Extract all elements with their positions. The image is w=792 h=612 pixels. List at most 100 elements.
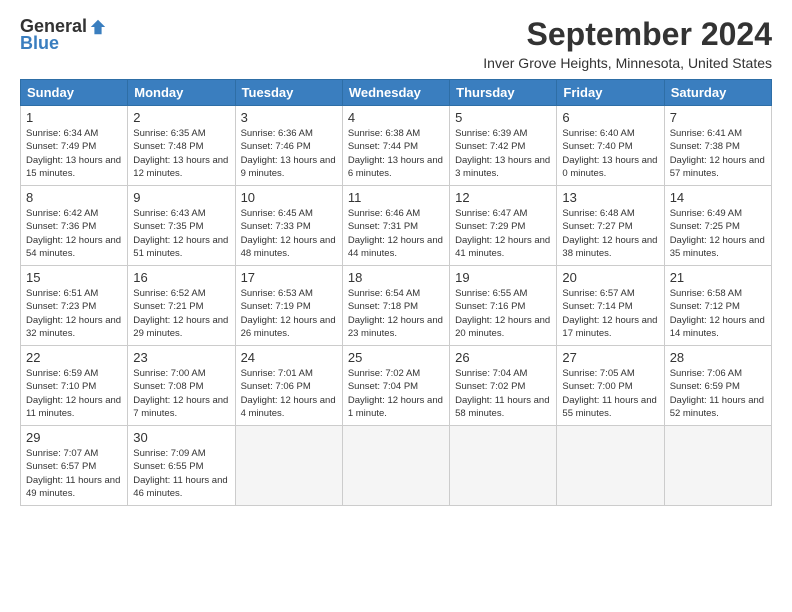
- day-number: 5: [455, 110, 551, 125]
- day-cell-17: 17 Sunrise: 6:53 AMSunset: 7:19 PMDaylig…: [235, 266, 342, 346]
- day-info: Sunrise: 7:06 AMSunset: 6:59 PMDaylight:…: [670, 368, 764, 419]
- day-cell-19: 19 Sunrise: 6:55 AMSunset: 7:16 PMDaylig…: [450, 266, 557, 346]
- day-cell-18: 18 Sunrise: 6:54 AMSunset: 7:18 PMDaylig…: [342, 266, 449, 346]
- day-info: Sunrise: 6:58 AMSunset: 7:12 PMDaylight:…: [670, 288, 765, 339]
- day-info: Sunrise: 7:09 AMSunset: 6:55 PMDaylight:…: [133, 448, 227, 499]
- day-cell-6: 6 Sunrise: 6:40 AMSunset: 7:40 PMDayligh…: [557, 106, 664, 186]
- day-cell-9: 9 Sunrise: 6:43 AMSunset: 7:35 PMDayligh…: [128, 186, 235, 266]
- day-info: Sunrise: 7:01 AMSunset: 7:06 PMDaylight:…: [241, 368, 336, 419]
- day-cell-14: 14 Sunrise: 6:49 AMSunset: 7:25 PMDaylig…: [664, 186, 771, 266]
- day-cell-11: 11 Sunrise: 6:46 AMSunset: 7:31 PMDaylig…: [342, 186, 449, 266]
- day-info: Sunrise: 6:51 AMSunset: 7:23 PMDaylight:…: [26, 288, 121, 339]
- day-info: Sunrise: 6:35 AMSunset: 7:48 PMDaylight:…: [133, 128, 228, 179]
- day-cell-28: 28 Sunrise: 7:06 AMSunset: 6:59 PMDaylig…: [664, 346, 771, 426]
- header: General Blue September 2024 Inver Grove …: [20, 16, 772, 71]
- logo: General Blue: [20, 16, 107, 54]
- week-row-2: 8 Sunrise: 6:42 AMSunset: 7:36 PMDayligh…: [21, 186, 772, 266]
- day-info: Sunrise: 6:42 AMSunset: 7:36 PMDaylight:…: [26, 208, 121, 259]
- day-number: 1: [26, 110, 122, 125]
- day-cell-5: 5 Sunrise: 6:39 AMSunset: 7:42 PMDayligh…: [450, 106, 557, 186]
- logo-blue: Blue: [20, 33, 59, 54]
- weekday-header-saturday: Saturday: [664, 80, 771, 106]
- day-cell-29: 29 Sunrise: 7:07 AMSunset: 6:57 PMDaylig…: [21, 426, 128, 506]
- day-info: Sunrise: 7:04 AMSunset: 7:02 PMDaylight:…: [455, 368, 549, 419]
- day-number: 24: [241, 350, 337, 365]
- day-number: 11: [348, 190, 444, 205]
- day-number: 7: [670, 110, 766, 125]
- day-number: 4: [348, 110, 444, 125]
- day-number: 27: [562, 350, 658, 365]
- day-number: 2: [133, 110, 229, 125]
- day-info: Sunrise: 6:45 AMSunset: 7:33 PMDaylight:…: [241, 208, 336, 259]
- empty-cell: [235, 426, 342, 506]
- day-info: Sunrise: 6:57 AMSunset: 7:14 PMDaylight:…: [562, 288, 657, 339]
- day-number: 3: [241, 110, 337, 125]
- day-info: Sunrise: 6:39 AMSunset: 7:42 PMDaylight:…: [455, 128, 550, 179]
- day-cell-27: 27 Sunrise: 7:05 AMSunset: 7:00 PMDaylig…: [557, 346, 664, 426]
- day-cell-25: 25 Sunrise: 7:02 AMSunset: 7:04 PMDaylig…: [342, 346, 449, 426]
- day-cell-20: 20 Sunrise: 6:57 AMSunset: 7:14 PMDaylig…: [557, 266, 664, 346]
- day-info: Sunrise: 6:47 AMSunset: 7:29 PMDaylight:…: [455, 208, 550, 259]
- empty-cell: [450, 426, 557, 506]
- day-number: 8: [26, 190, 122, 205]
- day-cell-4: 4 Sunrise: 6:38 AMSunset: 7:44 PMDayligh…: [342, 106, 449, 186]
- day-cell-16: 16 Sunrise: 6:52 AMSunset: 7:21 PMDaylig…: [128, 266, 235, 346]
- day-number: 19: [455, 270, 551, 285]
- day-cell-26: 26 Sunrise: 7:04 AMSunset: 7:02 PMDaylig…: [450, 346, 557, 426]
- calendar: SundayMondayTuesdayWednesdayThursdayFrid…: [20, 79, 772, 506]
- weekday-header-friday: Friday: [557, 80, 664, 106]
- day-number: 16: [133, 270, 229, 285]
- day-number: 15: [26, 270, 122, 285]
- day-cell-8: 8 Sunrise: 6:42 AMSunset: 7:36 PMDayligh…: [21, 186, 128, 266]
- day-info: Sunrise: 6:54 AMSunset: 7:18 PMDaylight:…: [348, 288, 443, 339]
- day-number: 10: [241, 190, 337, 205]
- day-info: Sunrise: 6:53 AMSunset: 7:19 PMDaylight:…: [241, 288, 336, 339]
- weekday-header-row: SundayMondayTuesdayWednesdayThursdayFrid…: [21, 80, 772, 106]
- day-number: 25: [348, 350, 444, 365]
- week-row-4: 22 Sunrise: 6:59 AMSunset: 7:10 PMDaylig…: [21, 346, 772, 426]
- day-cell-21: 21 Sunrise: 6:58 AMSunset: 7:12 PMDaylig…: [664, 266, 771, 346]
- week-row-3: 15 Sunrise: 6:51 AMSunset: 7:23 PMDaylig…: [21, 266, 772, 346]
- day-cell-12: 12 Sunrise: 6:47 AMSunset: 7:29 PMDaylig…: [450, 186, 557, 266]
- empty-cell: [342, 426, 449, 506]
- day-number: 13: [562, 190, 658, 205]
- day-info: Sunrise: 6:40 AMSunset: 7:40 PMDaylight:…: [562, 128, 657, 179]
- day-info: Sunrise: 7:05 AMSunset: 7:00 PMDaylight:…: [562, 368, 656, 419]
- weekday-header-thursday: Thursday: [450, 80, 557, 106]
- day-cell-30: 30 Sunrise: 7:09 AMSunset: 6:55 PMDaylig…: [128, 426, 235, 506]
- day-number: 23: [133, 350, 229, 365]
- day-info: Sunrise: 6:38 AMSunset: 7:44 PMDaylight:…: [348, 128, 443, 179]
- day-number: 20: [562, 270, 658, 285]
- week-row-5: 29 Sunrise: 7:07 AMSunset: 6:57 PMDaylig…: [21, 426, 772, 506]
- day-cell-24: 24 Sunrise: 7:01 AMSunset: 7:06 PMDaylig…: [235, 346, 342, 426]
- day-number: 22: [26, 350, 122, 365]
- day-number: 18: [348, 270, 444, 285]
- day-number: 12: [455, 190, 551, 205]
- day-info: Sunrise: 6:49 AMSunset: 7:25 PMDaylight:…: [670, 208, 765, 259]
- weekday-header-tuesday: Tuesday: [235, 80, 342, 106]
- day-cell-13: 13 Sunrise: 6:48 AMSunset: 7:27 PMDaylig…: [557, 186, 664, 266]
- day-number: 6: [562, 110, 658, 125]
- day-info: Sunrise: 6:52 AMSunset: 7:21 PMDaylight:…: [133, 288, 228, 339]
- day-number: 17: [241, 270, 337, 285]
- day-info: Sunrise: 6:59 AMSunset: 7:10 PMDaylight:…: [26, 368, 121, 419]
- weekday-header-sunday: Sunday: [21, 80, 128, 106]
- day-cell-2: 2 Sunrise: 6:35 AMSunset: 7:48 PMDayligh…: [128, 106, 235, 186]
- title-area: September 2024 Inver Grove Heights, Minn…: [483, 16, 772, 71]
- day-number: 21: [670, 270, 766, 285]
- day-info: Sunrise: 6:34 AMSunset: 7:49 PMDaylight:…: [26, 128, 121, 179]
- location: Inver Grove Heights, Minnesota, United S…: [483, 55, 772, 71]
- day-info: Sunrise: 7:07 AMSunset: 6:57 PMDaylight:…: [26, 448, 120, 499]
- day-cell-7: 7 Sunrise: 6:41 AMSunset: 7:38 PMDayligh…: [664, 106, 771, 186]
- month-title: September 2024: [483, 16, 772, 53]
- day-number: 28: [670, 350, 766, 365]
- day-info: Sunrise: 6:43 AMSunset: 7:35 PMDaylight:…: [133, 208, 228, 259]
- day-number: 9: [133, 190, 229, 205]
- day-cell-1: 1 Sunrise: 6:34 AMSunset: 7:49 PMDayligh…: [21, 106, 128, 186]
- weekday-header-wednesday: Wednesday: [342, 80, 449, 106]
- day-number: 26: [455, 350, 551, 365]
- day-number: 14: [670, 190, 766, 205]
- day-cell-10: 10 Sunrise: 6:45 AMSunset: 7:33 PMDaylig…: [235, 186, 342, 266]
- day-info: Sunrise: 6:55 AMSunset: 7:16 PMDaylight:…: [455, 288, 550, 339]
- logo-icon: [89, 18, 107, 36]
